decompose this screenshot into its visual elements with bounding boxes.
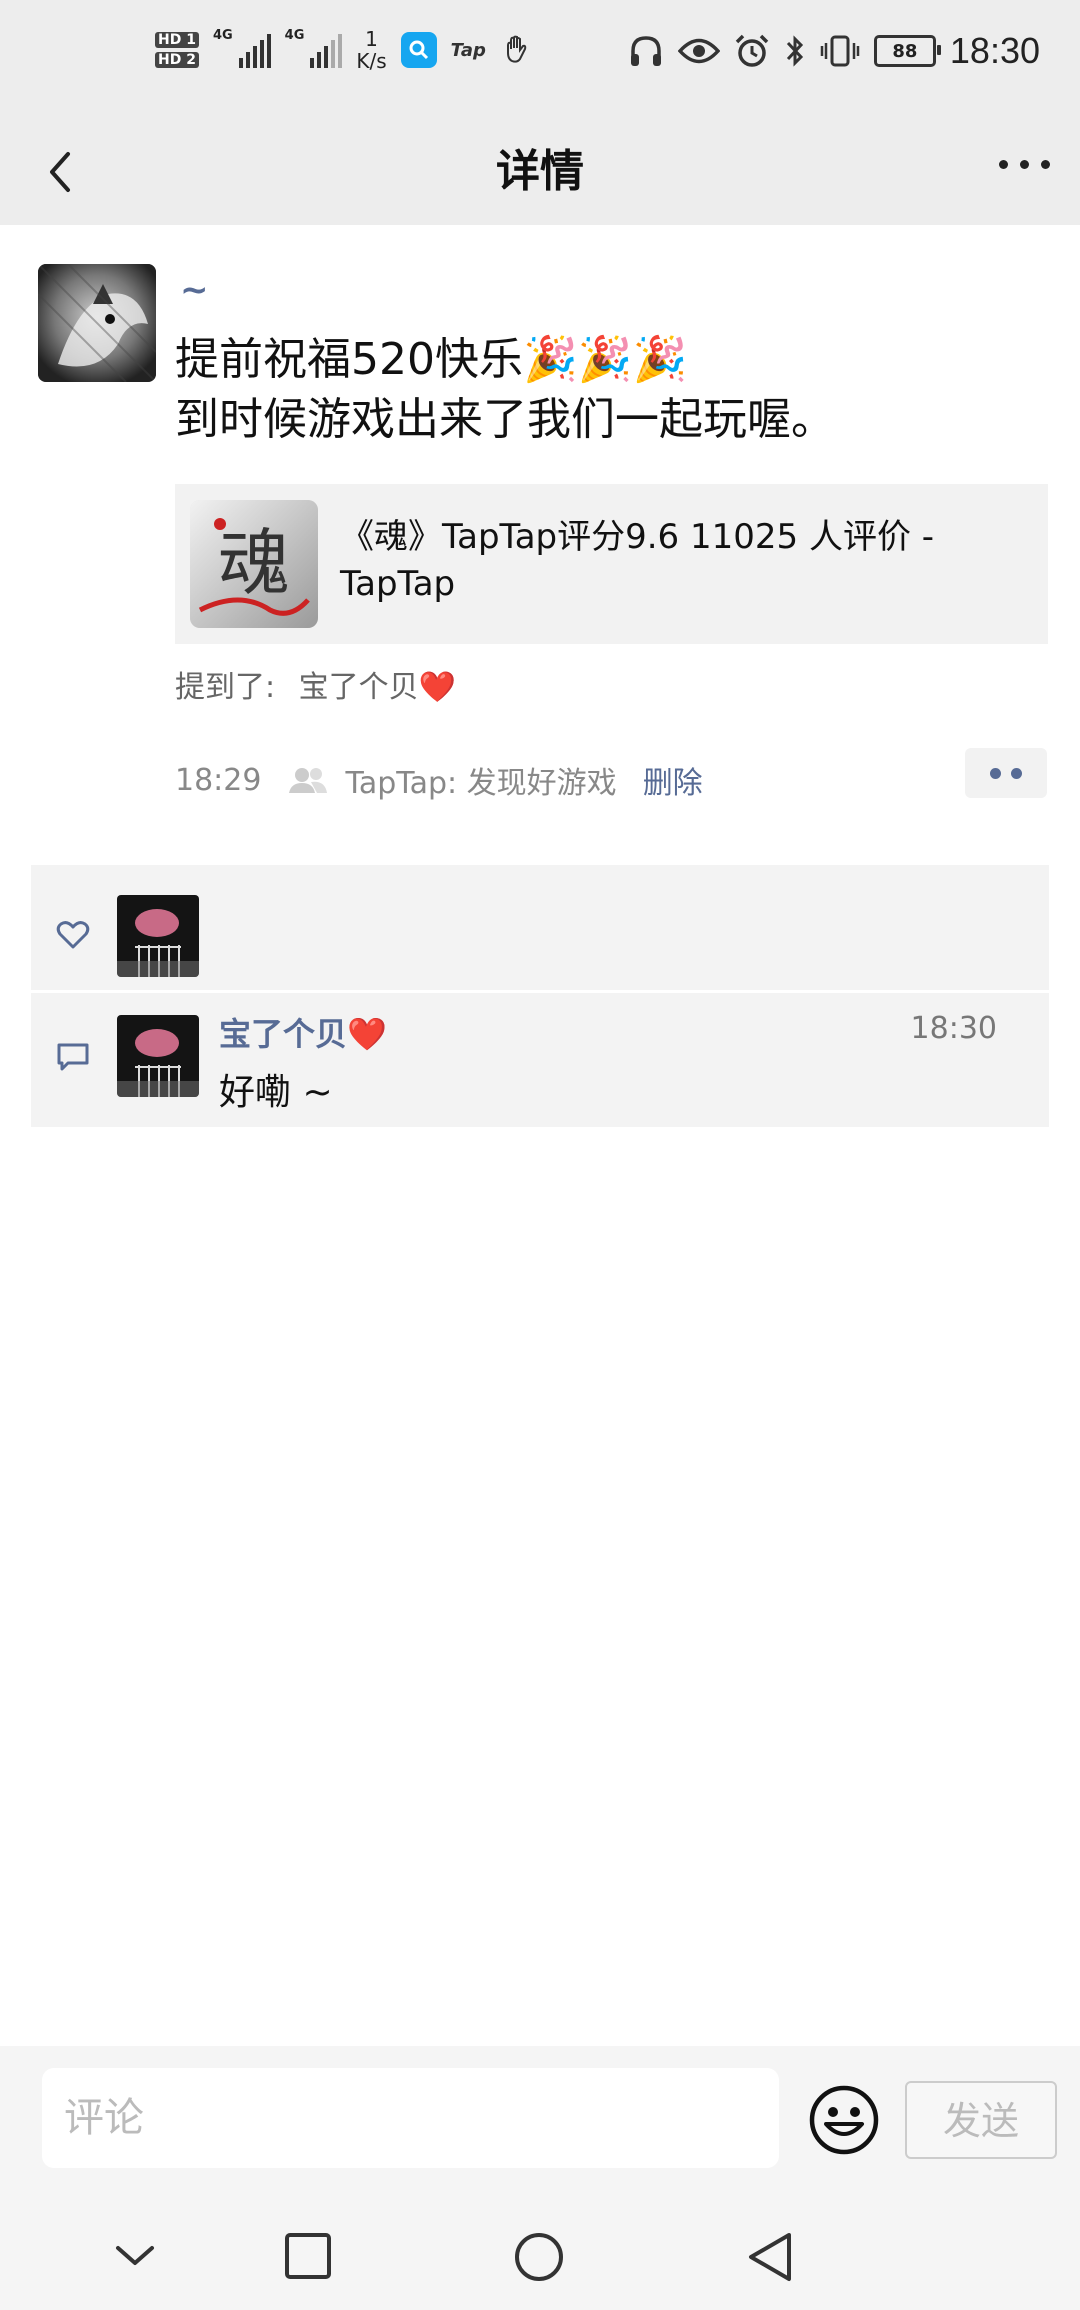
page-title: 详情 xyxy=(496,146,584,197)
speed-value: 1 xyxy=(365,27,378,51)
send-button[interactable]: 发送 xyxy=(905,2081,1057,2159)
sim-indicators: HD 1 HD 2 xyxy=(155,32,199,68)
chevron-down-icon[interactable] xyxy=(110,2231,160,2281)
tap-app-icon: Tap xyxy=(450,39,486,61)
mention-user[interactable]: 宝了个贝❤️ xyxy=(299,670,456,705)
dot xyxy=(1041,160,1050,169)
post-text: 提前祝福520快乐🎉🎉🎉 到时候游戏出来了我们一起玩喔。 xyxy=(175,330,1035,450)
vibrate-icon xyxy=(820,35,860,67)
battery-level: 88 xyxy=(892,40,918,62)
more-options-button[interactable] xyxy=(999,160,1050,169)
author-name[interactable]: ~ xyxy=(180,270,209,310)
headphones-icon xyxy=(630,36,661,66)
speed-unit: K/s xyxy=(356,49,387,73)
dot xyxy=(999,160,1008,169)
bottom-bar: 评论 发送 xyxy=(0,2046,1080,2310)
top-bar: 详情 xyxy=(0,120,1080,225)
emoji-icon[interactable] xyxy=(808,2084,880,2156)
shared-link-card[interactable]: 魂 《魂》TapTap评分9.6 11025 人评价 - TapTap xyxy=(175,484,1048,644)
status-right: 88 18:30 xyxy=(628,30,1040,72)
likes-section xyxy=(31,865,1049,990)
network1-label: 4G xyxy=(212,28,233,43)
bluetooth-icon xyxy=(786,35,803,67)
mention-label: 提到了: xyxy=(175,670,276,705)
sim1-badge: HD 1 xyxy=(155,32,199,48)
system-nav-bar xyxy=(0,2211,1080,2310)
comment-text[interactable]: 好嘞 ~ xyxy=(219,1063,333,1115)
visibility-icon xyxy=(289,768,328,793)
alarm-icon xyxy=(735,34,769,67)
post-meta: 18:29 TapTap: 发现好游戏 删除 xyxy=(175,758,703,802)
dot xyxy=(1020,160,1029,169)
signal1-icon xyxy=(238,32,271,68)
sim2-badge: HD 2 xyxy=(155,52,199,68)
post-time: 18:29 xyxy=(175,762,262,798)
status-bar: HD 1 HD 2 4G 4G 1 K/s Tap 88 18:30 xyxy=(0,0,1080,120)
back-triangle-icon[interactable] xyxy=(745,2231,795,2283)
delete-link[interactable]: 删除 xyxy=(643,758,703,802)
signal2-icon xyxy=(310,32,343,68)
heart-icon xyxy=(56,921,90,949)
search-app-icon xyxy=(400,32,437,68)
author-avatar[interactable] xyxy=(38,264,156,382)
home-icon[interactable] xyxy=(513,2231,565,2283)
clock: 18:30 xyxy=(949,30,1040,71)
dot xyxy=(990,767,1001,779)
comment-author[interactable]: 宝了个贝❤️ xyxy=(219,1009,387,1055)
liker-avatar[interactable] xyxy=(117,895,199,977)
post-source[interactable]: TapTap: 发现好游戏 xyxy=(345,758,616,802)
like-comment-menu-button[interactable] xyxy=(965,748,1047,798)
eye-icon xyxy=(677,38,720,64)
comment-time: 18:30 xyxy=(910,1011,997,1046)
link-thumbnail: 魂 xyxy=(190,500,318,628)
net-speed: 1 K/s xyxy=(356,28,386,72)
link-thumb-glyph: 魂 xyxy=(218,521,290,605)
commenter-avatar[interactable] xyxy=(117,1015,199,1097)
post-text-line1: 提前祝福520快乐🎉🎉🎉 xyxy=(175,334,688,385)
comment-input[interactable]: 评论 xyxy=(42,2068,779,2168)
comments-section: 宝了个贝❤️ 18:30 好嘞 ~ xyxy=(31,993,1049,1127)
battery-icon: 88 xyxy=(873,35,941,67)
post-text-line2: 到时候游戏出来了我们一起玩喔。 xyxy=(175,394,835,445)
status-left: HD 1 HD 2 4G 4G 1 K/s Tap xyxy=(155,28,534,72)
recent-apps-icon[interactable] xyxy=(283,2231,333,2281)
dot xyxy=(1011,767,1022,779)
link-title: 《魂》TapTap评分9.6 11025 人评价 - TapTap xyxy=(340,517,935,604)
hand-icon xyxy=(506,35,527,63)
comment-icon xyxy=(57,1043,89,1071)
network2-label: 4G xyxy=(284,28,305,43)
mention-line: 提到了: 宝了个贝❤️ xyxy=(175,662,456,706)
